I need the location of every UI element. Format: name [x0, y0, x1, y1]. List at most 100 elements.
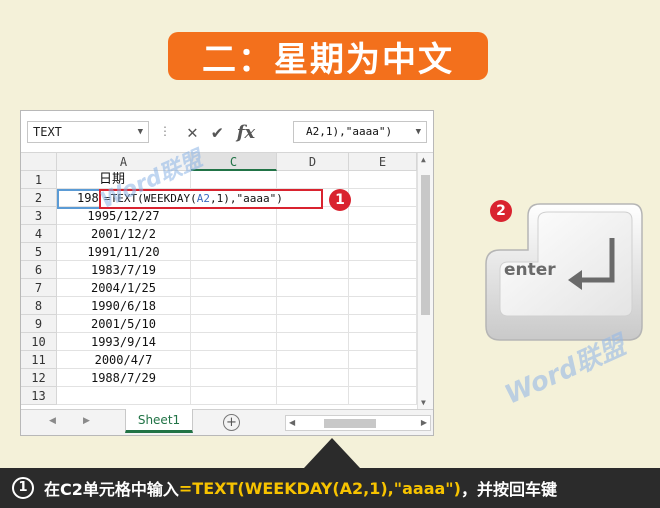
cell-d13[interactable] [277, 387, 349, 405]
cell-a10[interactable]: 1993/9/14 [57, 333, 191, 351]
instruction-bar: 1 在C2单元格中输入 =TEXT(WEEKDAY(A2,1),"aaaa") … [0, 468, 660, 508]
row-header[interactable]: 4 [21, 225, 57, 243]
cell-c9[interactable] [191, 315, 277, 333]
cell-a1[interactable]: 日期 [57, 171, 191, 189]
callout-pointer [304, 438, 360, 468]
add-sheet-button[interactable]: + [223, 414, 240, 431]
enter-formula-button[interactable]: ✔ [212, 122, 223, 143]
row-header[interactable]: 13 [21, 387, 57, 405]
cell-a11[interactable]: 2000/4/7 [57, 351, 191, 369]
prev-sheet-icon[interactable]: ◀ [49, 416, 56, 426]
sheet-tab-bar: ◀ ▶ Sheet1 + ◀ ▶ [21, 409, 433, 435]
cell-e9[interactable] [349, 315, 417, 333]
row-header[interactable]: 12 [21, 369, 57, 387]
sheet-tab-sheet1[interactable]: Sheet1 [125, 409, 193, 433]
cell-c8[interactable] [191, 297, 277, 315]
step-number: 1 [12, 477, 34, 499]
cell-e5[interactable] [349, 243, 417, 261]
cell-a8[interactable]: 1990/6/18 [57, 297, 191, 315]
cell-a6[interactable]: 1983/7/19 [57, 261, 191, 279]
chevron-down-icon[interactable]: ▼ [138, 122, 143, 142]
column-header-d[interactable]: D [277, 153, 349, 171]
scroll-thumb[interactable] [324, 419, 376, 428]
cell-c13[interactable] [191, 387, 277, 405]
excel-window: TEXT ▼ ⋮ ✕ ✔ fx A2,1),"aaaa") ▼ A C D E … [20, 110, 434, 436]
cell-a3[interactable]: 1995/12/27 [57, 207, 191, 225]
row-header[interactable]: 2 [21, 189, 57, 207]
cell-a12[interactable]: 1988/7/29 [57, 369, 191, 387]
cell-e6[interactable] [349, 261, 417, 279]
cell-e11[interactable] [349, 351, 417, 369]
scroll-up-icon[interactable]: ▲ [421, 155, 426, 164]
chevron-down-icon[interactable]: ▼ [416, 122, 421, 142]
row-header[interactable]: 1 [21, 171, 57, 189]
instruction-suffix: ，并按回车键 [460, 480, 557, 499]
row-header[interactable]: 9 [21, 315, 57, 333]
column-header-e[interactable]: E [349, 153, 417, 171]
cell-c10[interactable] [191, 333, 277, 351]
cell-c7[interactable] [191, 279, 277, 297]
cell-c12[interactable] [191, 369, 277, 387]
row-header[interactable]: 3 [21, 207, 57, 225]
select-all-corner[interactable] [21, 153, 57, 171]
vertical-scrollbar[interactable]: ▲ ▼ [417, 153, 433, 409]
cell-c1[interactable] [191, 171, 277, 189]
cell-d6[interactable] [277, 261, 349, 279]
cell-c4[interactable] [191, 225, 277, 243]
formula-input[interactable]: A2,1),"aaaa") ▼ [293, 121, 427, 143]
horizontal-scrollbar[interactable]: ◀ ▶ [285, 415, 431, 431]
cell-d5[interactable] [277, 243, 349, 261]
scroll-right-icon[interactable]: ▶ [421, 418, 427, 427]
cell-a7[interactable]: 2004/1/25 [57, 279, 191, 297]
cell-edit-formula[interactable]: =TEXT(WEEKDAY(A2,1),"aaaa") [99, 189, 323, 209]
cell-d10[interactable] [277, 333, 349, 351]
scroll-left-icon[interactable]: ◀ [289, 418, 295, 427]
name-box[interactable]: TEXT ▼ [27, 121, 149, 143]
cell-e10[interactable] [349, 333, 417, 351]
column-header-a[interactable]: A [57, 153, 191, 171]
cell-c6[interactable] [191, 261, 277, 279]
enter-key-label: enter [504, 260, 556, 280]
cell-e13[interactable] [349, 387, 417, 405]
cell-a5[interactable]: 1991/11/20 [57, 243, 191, 261]
cell-e1[interactable] [349, 171, 417, 189]
insert-function-button[interactable]: fx [237, 122, 255, 143]
step-badge-1: 1 [329, 189, 351, 211]
cell-d7[interactable] [277, 279, 349, 297]
cell-d9[interactable] [277, 315, 349, 333]
column-header-c[interactable]: C [191, 153, 277, 171]
row-header[interactable]: 6 [21, 261, 57, 279]
cell-d11[interactable] [277, 351, 349, 369]
cell-c5[interactable] [191, 243, 277, 261]
cell-d8[interactable] [277, 297, 349, 315]
instruction-prefix: 在C2单元格中输入 [44, 480, 179, 499]
cell-a13[interactable] [57, 387, 191, 405]
formula-cell-ref: A2 [196, 192, 210, 205]
formula-input-text: A2,1),"aaaa") [306, 125, 393, 138]
cell-e12[interactable] [349, 369, 417, 387]
cell-e3[interactable] [349, 207, 417, 225]
cell-e8[interactable] [349, 297, 417, 315]
row-header[interactable]: 10 [21, 333, 57, 351]
cell-a4[interactable]: 2001/12/2 [57, 225, 191, 243]
formula-suffix: ,1),"aaaa") [209, 192, 283, 205]
instruction-formula: =TEXT(WEEKDAY(A2,1),"aaaa") [178, 478, 461, 498]
next-sheet-icon[interactable]: ▶ [83, 416, 90, 426]
cell-d12[interactable] [277, 369, 349, 387]
cell-c3[interactable] [191, 207, 277, 225]
cell-e7[interactable] [349, 279, 417, 297]
row-header[interactable]: 7 [21, 279, 57, 297]
cell-a9[interactable]: 2001/5/10 [57, 315, 191, 333]
row-header[interactable]: 11 [21, 351, 57, 369]
cell-c11[interactable] [191, 351, 277, 369]
cancel-formula-button[interactable]: ✕ [187, 122, 198, 143]
scroll-down-icon[interactable]: ▼ [421, 398, 426, 407]
scroll-thumb[interactable] [421, 175, 430, 315]
cell-e4[interactable] [349, 225, 417, 243]
row-header[interactable]: 8 [21, 297, 57, 315]
cell-d1[interactable] [277, 171, 349, 189]
cell-d4[interactable] [277, 225, 349, 243]
spreadsheet-grid: A C D E 1 日期 2 198 3 1995/12/27 4 2001/12/2 5 199… [21, 153, 433, 408]
row-header[interactable]: 5 [21, 243, 57, 261]
cell-e2[interactable] [349, 189, 417, 207]
